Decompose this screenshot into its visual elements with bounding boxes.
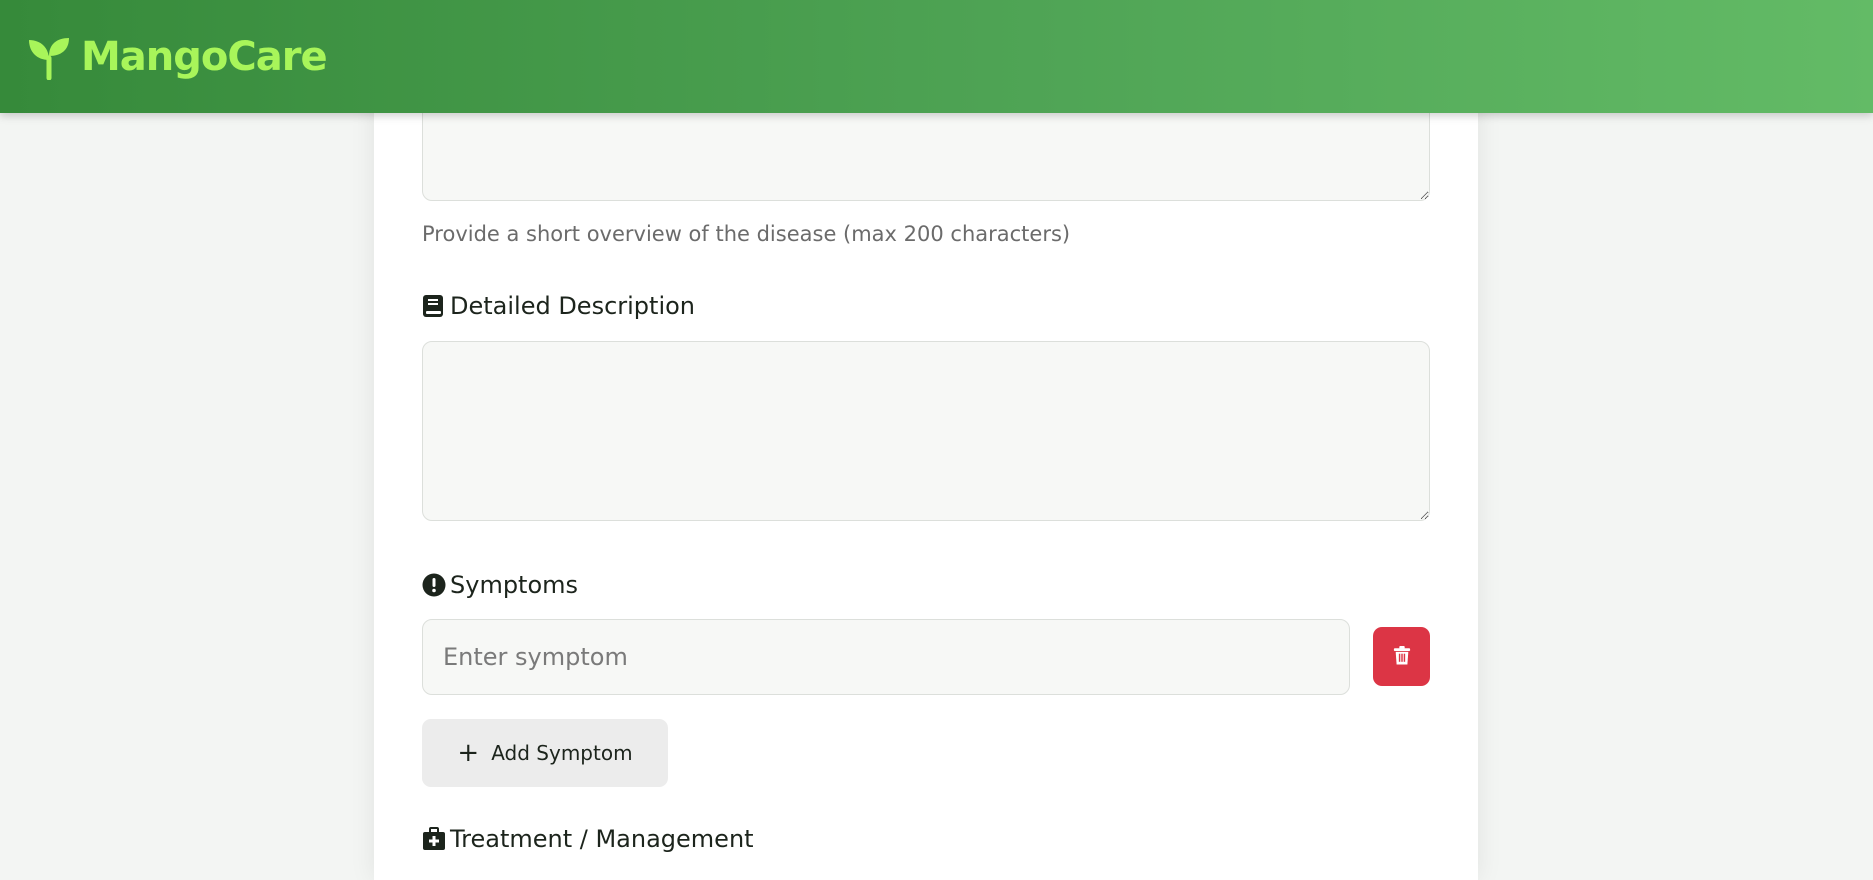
seedling-icon bbox=[27, 34, 73, 80]
trash-icon bbox=[1393, 645, 1411, 669]
exclamation-circle-icon bbox=[422, 573, 446, 597]
plus-icon: + bbox=[457, 738, 480, 768]
symptoms-label: Symptoms bbox=[422, 571, 578, 599]
treatment-label: Treatment / Management bbox=[422, 825, 754, 853]
detailed-description-text: Detailed Description bbox=[450, 292, 696, 320]
add-symptom-button[interactable]: + Add Symptom bbox=[422, 719, 668, 787]
summary-hint: Provide a short overview of the disease … bbox=[422, 222, 1071, 246]
symptom-input[interactable] bbox=[422, 619, 1350, 695]
detailed-description-label: Detailed Description bbox=[422, 292, 695, 320]
brand-link[interactable]: MangoCare bbox=[27, 33, 328, 80]
top-navbar: MangoCare bbox=[0, 0, 1873, 113]
detailed-description-textarea[interactable] bbox=[422, 341, 1430, 521]
disease-form-card: Provide a short overview of the disease … bbox=[374, 60, 1478, 880]
medkit-icon bbox=[422, 827, 445, 851]
brand-name: MangoCare bbox=[81, 33, 328, 80]
treatment-text: Treatment / Management bbox=[450, 825, 754, 853]
delete-symptom-button[interactable] bbox=[1373, 627, 1430, 686]
book-icon bbox=[422, 294, 444, 318]
symptoms-text: Symptoms bbox=[450, 571, 579, 599]
add-symptom-label: Add Symptom bbox=[491, 741, 633, 765]
